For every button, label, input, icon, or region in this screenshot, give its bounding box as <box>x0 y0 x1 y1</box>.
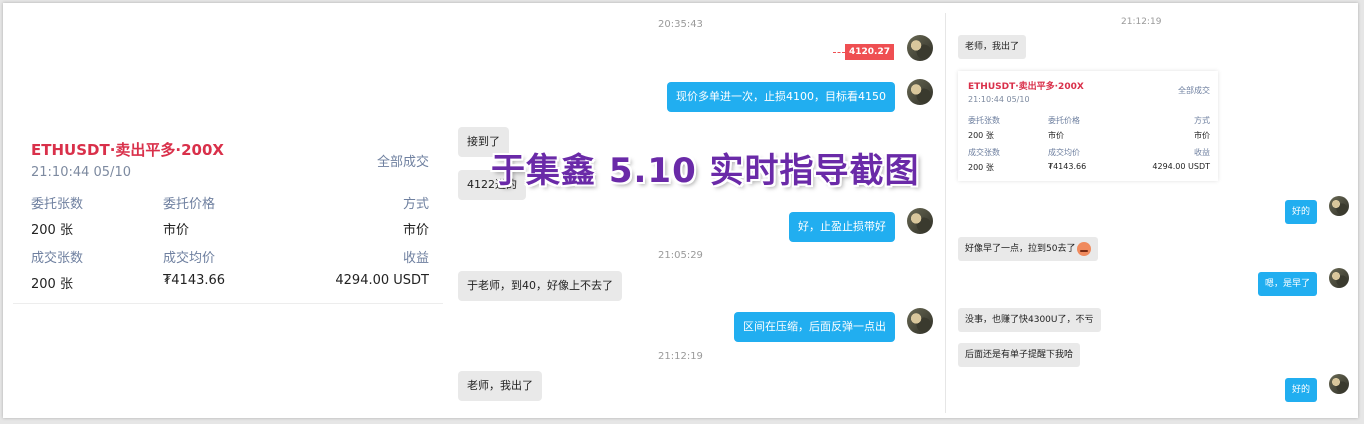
method-value: 市价 <box>1194 131 1210 140</box>
filled-qty-label: 成交张数 <box>31 251 84 266</box>
avg-price-value: ₮4143.66 <box>1048 162 1087 171</box>
order-status: 全部成交 <box>376 155 429 170</box>
message-bubble-in[interactable]: 没事，也赚了快4300U了，不亏 <box>958 308 1101 332</box>
profit-value: 4294.00 USDT <box>1152 162 1210 171</box>
method-label: 方式 <box>402 197 429 212</box>
filled-qty-label: 成交张数 <box>968 148 1000 157</box>
emoji-icon <box>1077 241 1092 256</box>
message-bubble-in[interactable]: 好像早了一点，拉到50去了 <box>958 237 1099 261</box>
filled-qty-value: 200 张 <box>31 277 73 292</box>
avatar[interactable] <box>907 208 933 234</box>
timestamp: 21:05:29 <box>658 250 703 261</box>
avatar[interactable] <box>907 79 933 105</box>
order-price-value: 市价 <box>1048 131 1064 140</box>
filled-qty-value: 200 张 <box>968 163 994 172</box>
message-bubble-in[interactable]: 老师，我出了 <box>458 371 542 401</box>
order-status: 全部成交 <box>1178 86 1210 95</box>
message-bubble-out[interactable]: 区间在压缩，后面反弹一点出 <box>734 312 895 342</box>
avatar[interactable] <box>1329 268 1349 288</box>
order-qty-value: 200 张 <box>31 223 73 238</box>
panel-divider <box>945 13 946 413</box>
price-tag[interactable]: 4120.27 <box>845 44 894 60</box>
avatar[interactable] <box>907 35 933 61</box>
message-bubble-out[interactable]: 好，止盈止损带好 <box>789 212 895 242</box>
order-qty-value: 200 张 <box>968 131 994 140</box>
message-text: 好像早了一点，拉到50去了 <box>965 244 1076 254</box>
order-qty-label: 委托张数 <box>968 116 1000 125</box>
order-card[interactable]: ETHUSDT·卖出平多·200X 21:10:44 05/10 全部成交 委托… <box>13 131 443 304</box>
avatar[interactable] <box>1329 196 1349 216</box>
timestamp: 21:12:19 <box>658 351 703 362</box>
message-bubble-in[interactable]: 后面还是有单子提醒下我哈 <box>958 343 1081 367</box>
profit-value: 4294.00 USDT <box>335 273 429 288</box>
overlay-caption: 于集鑫 5.10 实时指导截图 <box>491 151 920 191</box>
order-qty-label: 委托张数 <box>31 197 84 212</box>
method-label: 方式 <box>1194 116 1210 125</box>
price-line <box>833 52 845 53</box>
order-price-label: 委托价格 <box>163 197 216 212</box>
order-card-small[interactable]: ETHUSDT·卖出平多·200X 21:10:44 05/10 全部成交 委托… <box>958 71 1218 181</box>
order-time: 21:10:44 05/10 <box>31 165 131 180</box>
message-bubble-out[interactable]: 现价多单进一次，止损4100，目标看4150 <box>667 82 895 112</box>
profit-label: 收益 <box>402 251 429 266</box>
message-bubble-out[interactable]: 嗯，是早了 <box>1258 272 1318 296</box>
order-price-label: 委托价格 <box>1048 116 1080 125</box>
message-bubble-in[interactable]: 老师，我出了 <box>958 35 1027 59</box>
order-price-value: 市价 <box>163 223 190 238</box>
profit-label: 收益 <box>1194 148 1210 157</box>
message-bubble-in[interactable]: 于老师，到40，好像上不去了 <box>458 271 622 301</box>
timestamp: 20:35:43 <box>658 19 703 30</box>
order-time: 21:10:44 05/10 <box>968 95 1030 104</box>
method-value: 市价 <box>402 223 429 238</box>
message-bubble-out[interactable]: 好的 <box>1285 200 1318 224</box>
timestamp: 21:12:19 <box>1121 17 1162 27</box>
screenshot-frame: ETHUSDT·卖出平多·200X 21:10:44 05/10 全部成交 委托… <box>3 3 1358 418</box>
avg-price-label: 成交均价 <box>163 251 216 266</box>
message-bubble-out[interactable]: 好的 <box>1285 378 1318 402</box>
order-title: ETHUSDT·卖出平多·200X <box>31 141 224 159</box>
avatar[interactable] <box>1329 374 1349 394</box>
avg-price-label: 成交均价 <box>1048 148 1080 157</box>
avg-price-value: ₮4143.66 <box>163 273 226 288</box>
avatar[interactable] <box>907 308 933 334</box>
order-title: ETHUSDT·卖出平多·200X <box>968 82 1084 92</box>
